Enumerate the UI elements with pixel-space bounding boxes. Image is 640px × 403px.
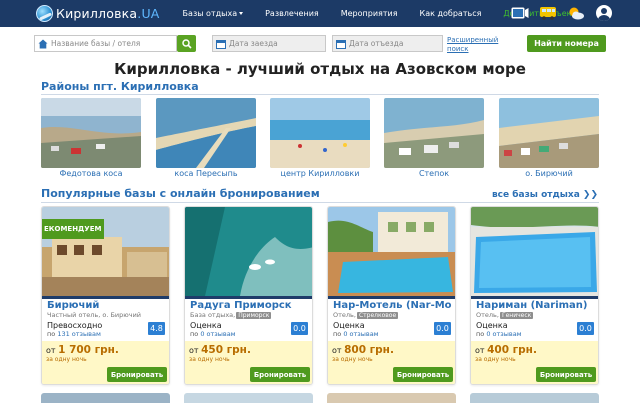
district-photo: [499, 98, 599, 168]
hotel-card[interactable]: Нар-Мотель (Nar-Mo Отель, Стрелковое Оцен…: [327, 206, 456, 385]
reviews-link[interactable]: 0 отзывам: [343, 330, 378, 338]
checkin-date-input[interactable]: Дата заезда: [212, 35, 326, 52]
user-icon[interactable]: [594, 4, 614, 21]
divider: [41, 94, 599, 95]
hotel-card-peek[interactable]: [327, 393, 456, 403]
caret-down-icon: [239, 12, 244, 15]
rating-label: Оценка: [476, 321, 508, 330]
hotel-name[interactable]: Нариман (Nariman): [471, 299, 598, 311]
bus-icon[interactable]: [538, 4, 558, 21]
book-button[interactable]: Бронировать: [250, 367, 310, 382]
hotel-type: Частный отель, о. Бирючий: [47, 311, 142, 319]
logo-name: Кирилловка: [56, 6, 138, 21]
reviews-link[interactable]: 0 отзывам: [200, 330, 235, 338]
weather-icon[interactable]: [566, 4, 586, 21]
reviews-link[interactable]: 131 отзывам: [57, 330, 101, 338]
rating-label: Превосходно: [47, 321, 103, 330]
hotel-type: База отдыха, Приморск: [190, 311, 272, 319]
hotel-card-peek[interactable]: [470, 393, 599, 403]
district-card[interactable]: коса Пересыпь: [156, 98, 256, 178]
hotel-type: Отель, Стрелковое: [333, 311, 399, 319]
hotel-name-input[interactable]: Название базы / отеля: [34, 35, 177, 52]
price-block: от 1 700 грн. за одну ночь Бронировать: [42, 341, 169, 384]
advanced-search-link[interactable]: Расширенный поиск: [447, 36, 503, 53]
per-night-label: за одну ночь: [46, 356, 87, 363]
district-card[interactable]: Степок: [384, 98, 484, 178]
district-card[interactable]: центр Кирилловки: [270, 98, 370, 178]
score-badge: 0.0: [434, 322, 451, 335]
top-navigation-bar: Кирилловка.UA Базы отдыха Развлечения Ме…: [0, 0, 640, 27]
score-badge: 4.8: [148, 322, 165, 335]
price-value: 400 грн.: [487, 344, 537, 356]
popular-heading: Популярные базы с онлайн бронированием: [41, 187, 320, 200]
location-tag: Приморск: [236, 312, 272, 319]
score-badge: 0.0: [577, 322, 594, 335]
recommended-ribbon: ЕКОМЕНДУЕМ: [42, 219, 104, 239]
site-logo[interactable]: Кирилловка.UA: [36, 0, 160, 27]
home-icon: [38, 39, 48, 49]
per-night-label: за одну ночь: [475, 356, 516, 363]
nav-item-bases[interactable]: Базы отдыха: [172, 0, 255, 27]
hotel-photo: ЕКОМЕНДУЕМ: [42, 207, 169, 296]
district-label: о. Бирючий: [525, 169, 573, 178]
hotel-card[interactable]: Радуга Приморск База отдыха, Приморск Оце…: [184, 206, 313, 385]
location-tag: Геническ: [499, 312, 534, 319]
hotel-name[interactable]: Радуга Приморск: [185, 299, 312, 311]
reviews-link[interactable]: 0 отзывам: [486, 330, 521, 338]
district-label: коса Пересыпь: [174, 169, 238, 178]
search-icon: [181, 38, 192, 49]
district-card[interactable]: о. Бирючий: [499, 98, 599, 178]
webcam-icon[interactable]: [510, 4, 530, 21]
hotel-photo: [328, 207, 455, 296]
district-photo: [270, 98, 370, 168]
district-label: центр Кирилловки: [280, 169, 360, 178]
district-photo: [41, 98, 141, 168]
hotel-card[interactable]: Нариман (Nariman) Отель, Геническ Оценка …: [470, 206, 599, 385]
price-value: 450 грн.: [201, 344, 251, 356]
district-photo: [384, 98, 484, 168]
price-value: 1 700 грн.: [58, 344, 119, 356]
search-form: Название базы / отеля Дата заезда Дата о…: [34, 35, 606, 53]
rating-label: Оценка: [190, 321, 222, 330]
hotel-photo: [185, 207, 312, 296]
page-title: Кирилловка - лучший отдых на Азовском мо…: [114, 60, 526, 78]
district-card[interactable]: Федотова коса: [41, 98, 141, 178]
globe-logo-icon: [36, 5, 53, 22]
hotel-name[interactable]: Нар-Мотель (Nar-Mo: [328, 299, 455, 311]
district-label: Федотова коса: [59, 169, 123, 178]
hotel-card-peek[interactable]: [41, 393, 170, 403]
divider: [41, 202, 599, 203]
hotel-photo: [471, 207, 598, 296]
hotel-name[interactable]: Бирючий: [42, 299, 169, 311]
calendar-icon: [216, 40, 226, 49]
rating-label: Оценка: [333, 321, 365, 330]
book-button[interactable]: Бронировать: [536, 367, 596, 382]
nav-item-directions[interactable]: Как добраться: [409, 0, 493, 27]
district-photo: [156, 98, 256, 168]
hotel-card[interactable]: ЕКОМЕНДУЕМ Бирючий Частный отель, о. Бир…: [41, 206, 170, 385]
find-rooms-button[interactable]: Найти номера: [527, 35, 606, 52]
double-chevron-right-icon: ❯❯: [582, 190, 598, 200]
price-block: от 800 грн. за одну ночь Бронировать: [328, 341, 455, 384]
per-night-label: за одну ночь: [189, 356, 230, 363]
book-button[interactable]: Бронировать: [393, 367, 453, 382]
logo-suffix: .UA: [137, 6, 160, 21]
nav-item-entertainment[interactable]: Развлечения: [254, 0, 330, 27]
price-block: от 450 грн. за одну ночь Бронировать: [185, 341, 312, 384]
all-bases-link[interactable]: все базы отдыха ❯❯: [492, 190, 598, 200]
search-button[interactable]: [177, 35, 196, 52]
per-night-label: за одну ночь: [332, 356, 373, 363]
book-button[interactable]: Бронировать: [107, 367, 167, 382]
price-value: 800 грн.: [344, 344, 394, 356]
nav-item-events[interactable]: Мероприятия: [330, 0, 409, 27]
hotel-type: Отель, Геническ: [476, 311, 534, 319]
district-label: Степок: [418, 169, 450, 178]
price-block: от 400 грн. за одну ночь Бронировать: [471, 341, 598, 384]
districts-heading: Районы пгт. Кирилловка: [41, 80, 199, 93]
hotel-card-peek[interactable]: [184, 393, 313, 403]
calendar-icon: [336, 40, 346, 49]
location-tag: Стрелковое: [356, 312, 399, 319]
checkout-date-input[interactable]: Дата отъезда: [332, 35, 443, 52]
score-badge: 0.0: [291, 322, 308, 335]
